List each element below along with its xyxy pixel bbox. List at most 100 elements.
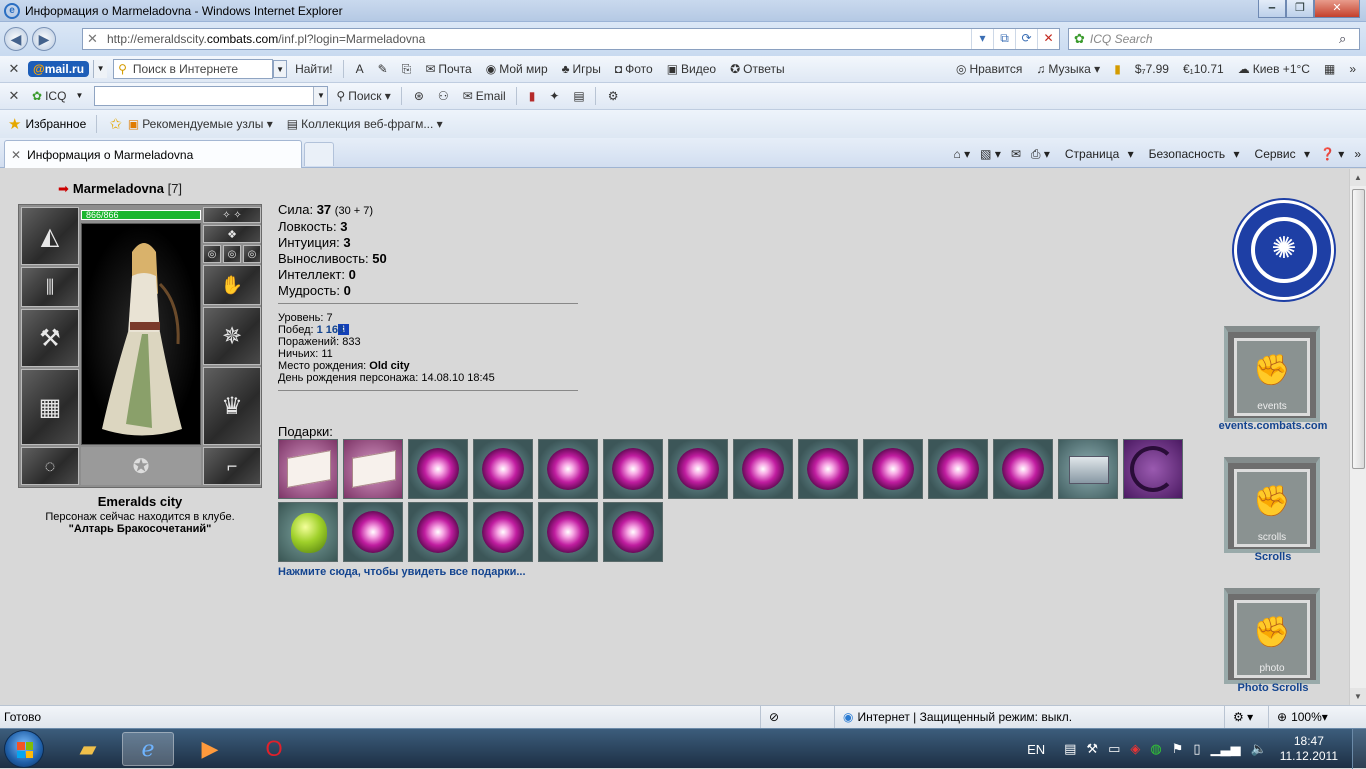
events-banner[interactable]: ✊ events <box>1224 326 1320 422</box>
gift-flower[interactable] <box>603 502 663 562</box>
maximize-button[interactable]: ❐ <box>1286 0 1314 18</box>
feeds-icon[interactable]: ▧ ▾ <box>980 147 1001 161</box>
security-zone[interactable]: ◉ Интернет | Защищенный режим: выкл. <box>834 706 1224 728</box>
slot-earrings[interactable]: ✧ ✧ <box>203 207 261 223</box>
gift-flower[interactable] <box>343 502 403 562</box>
all-gifts-link[interactable]: Нажмите сюда, чтобы увидеть все подарки.… <box>278 566 526 578</box>
print-icon[interactable]: ⎙ ▾ <box>1031 147 1050 162</box>
clock[interactable]: 18:47 11.12.2011 <box>1280 734 1338 764</box>
screenshot-icon[interactable]: ⎘ <box>402 62 412 77</box>
close-toolbar-icon[interactable]: ✕ <box>0 61 28 77</box>
gift-flower[interactable] <box>538 439 598 499</box>
home-icon[interactable]: ⌂ ▾ <box>954 147 971 161</box>
protected-mode-icon[interactable]: ⚙ ▾ <box>1224 706 1268 728</box>
gift-flower[interactable] <box>928 439 988 499</box>
city-emblem[interactable]: ✺ <box>1234 200 1334 300</box>
media-player-taskbar-button[interactable]: ▶ <box>184 732 236 766</box>
photo-scrolls-banner[interactable]: ✊ photo <box>1224 588 1320 684</box>
address-url[interactable]: http://emeraldscity.combats.com/inf.pl?l… <box>107 32 971 46</box>
antivirus-icon[interactable]: ◈ <box>1130 741 1140 757</box>
monitor-icon[interactable]: ▭ <box>1108 741 1120 757</box>
minimize-button[interactable]: ‒ <box>1258 0 1286 18</box>
scroll-down-icon[interactable]: ▼ <box>1350 688 1366 705</box>
device-icon[interactable]: ▯ <box>1193 741 1200 757</box>
more-icon[interactable]: » <box>1349 62 1356 76</box>
mail-button[interactable]: ✉ Почта <box>425 62 471 76</box>
tools-menu[interactable]: Сервис ▾ <box>1250 147 1310 161</box>
icq-search-button[interactable]: ⚲ Поиск ▾ <box>336 89 390 103</box>
forward-button[interactable]: ▶ <box>32 27 56 51</box>
slot-boots[interactable]: ⌐ <box>203 447 261 485</box>
slot-weapon[interactable]: ⚒ <box>21 309 79 367</box>
more-icon[interactable]: » <box>1354 147 1361 161</box>
people-icon[interactable]: ⚇ <box>438 89 449 103</box>
volume-icon[interactable]: 🔈 <box>1251 741 1267 757</box>
bag-icon[interactable]: ▮ <box>1114 62 1121 76</box>
tools-icon[interactable]: ⚒ <box>1086 741 1098 757</box>
close-button[interactable]: ✕ <box>1314 0 1360 18</box>
help-icon[interactable]: ❓ ▾ <box>1320 147 1344 161</box>
slot-armor[interactable]: ▦ <box>21 369 79 445</box>
gift-flower[interactable] <box>538 502 598 562</box>
events-link[interactable]: events.combats.com <box>1208 420 1338 432</box>
scrolls-banner[interactable]: ✊ scrolls <box>1224 457 1320 553</box>
start-button[interactable] <box>4 730 44 768</box>
network-signal-icon[interactable]: ▁▃▅ <box>1211 741 1241 757</box>
book-icon[interactable]: ▮ <box>529 89 536 103</box>
mailru-menu-dropdown[interactable]: ▼ <box>93 60 108 78</box>
slot-ring-2[interactable]: ◎ <box>223 245 241 263</box>
gift-flower[interactable] <box>993 439 1053 499</box>
recommended-sites-button[interactable]: ▣ Рекомендуемые узлы ▾ <box>128 117 273 131</box>
gift-flower[interactable] <box>473 439 533 499</box>
weather-button[interactable]: ☁ Киев +1°С <box>1238 62 1310 76</box>
compat-view-icon[interactable]: ⧉ <box>993 29 1015 49</box>
show-desktop-button[interactable] <box>1352 729 1366 769</box>
new-tab-button[interactable] <box>304 142 334 166</box>
icq-search-dropdown[interactable]: ▼ <box>313 87 328 105</box>
gift-whip[interactable] <box>1123 439 1183 499</box>
music-button[interactable]: ♫ Музыка ▾ <box>1036 62 1100 76</box>
photo-button[interactable]: ◘ Фото <box>615 62 653 76</box>
zoom-button[interactable]: ⊕ 100% ▾ <box>1268 706 1336 728</box>
gift-flower[interactable] <box>408 502 468 562</box>
language-indicator[interactable]: EN <box>1027 742 1045 757</box>
close-toolbar-icon[interactable]: ✕ <box>0 88 28 104</box>
refresh-icon[interactable]: ⟳ <box>1015 29 1037 49</box>
video-button[interactable]: ▣ Видео <box>667 62 716 76</box>
scroll-thumb[interactable] <box>1352 189 1365 469</box>
favorites-button[interactable]: Избранное <box>25 117 86 131</box>
gift-flower[interactable] <box>798 439 858 499</box>
gift-flower[interactable] <box>668 439 728 499</box>
eur-rate[interactable]: €₁10.71 <box>1183 62 1224 76</box>
mailru-logo[interactable]: @mail.ru <box>28 61 90 77</box>
gift-flower[interactable] <box>863 439 923 499</box>
back-button[interactable]: ◀ <box>4 27 28 51</box>
keyboard-icon[interactable]: ▤ <box>1064 741 1076 757</box>
gift-book[interactable] <box>343 439 403 499</box>
weather-map-icon[interactable]: ▦ <box>1324 62 1335 76</box>
slot-bracers[interactable]: ⫼ <box>21 267 79 307</box>
gift-book[interactable] <box>278 439 338 499</box>
slot-amulet[interactable]: ❖ <box>203 225 261 243</box>
safety-menu[interactable]: Безопасность ▾ <box>1144 147 1240 161</box>
slot-helmet[interactable]: ◭ <box>21 207 79 265</box>
search-input[interactable]: ICQ Search <box>1090 32 1339 46</box>
page-menu[interactable]: Страница ▾ <box>1060 147 1134 161</box>
explorer-taskbar-button[interactable]: ▰ <box>62 732 114 766</box>
torrent-icon[interactable]: ◍ <box>1150 741 1161 757</box>
gift-flower[interactable] <box>733 439 793 499</box>
my-world-button[interactable]: ◉ Мой мир <box>486 62 548 76</box>
add-favorite-icon[interactable]: ✩ <box>109 115 122 133</box>
compass-icon[interactable]: ⊛ <box>414 89 424 103</box>
mailru-search-input[interactable]: ⚲ Поиск в Интернете <box>113 59 274 79</box>
radio-icon[interactable]: ▤ <box>573 89 584 103</box>
read-mail-icon[interactable]: ✉ <box>1011 147 1021 161</box>
slot-belt[interactable]: ◌ <box>21 447 79 485</box>
icq-dropdown[interactable]: ▼ <box>72 87 86 105</box>
stop-icon[interactable]: ✕ <box>1037 29 1059 49</box>
search-box[interactable]: ✿ ICQ Search ⌕ <box>1068 28 1360 50</box>
email-button[interactable]: ✉ Email <box>463 89 506 103</box>
icq-button[interactable]: ✿ ICQ <box>32 89 66 103</box>
answers-button[interactable]: ✪ Ответы <box>730 62 785 76</box>
like-button[interactable]: ◎ Нравится <box>956 62 1022 76</box>
